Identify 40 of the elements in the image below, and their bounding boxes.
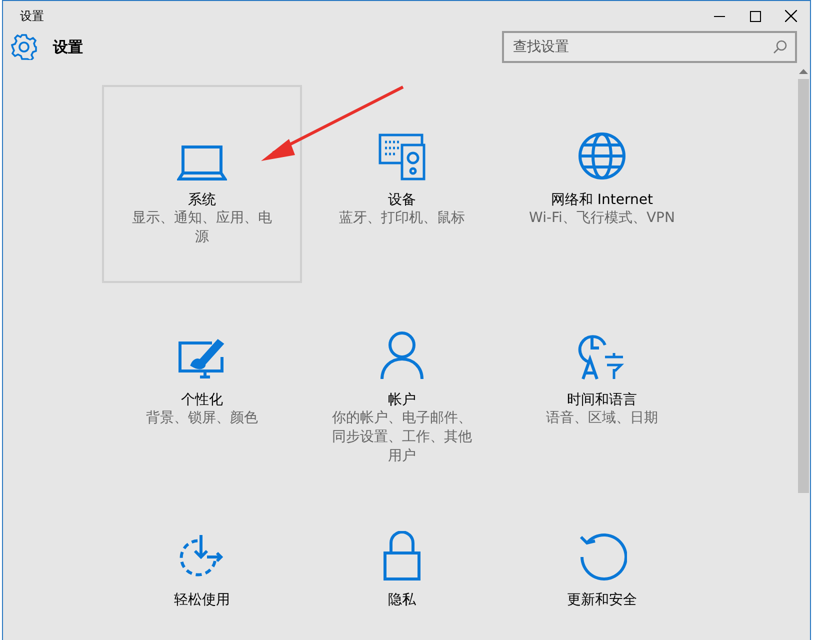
laptop-icon	[177, 145, 227, 181]
maximize-icon	[750, 10, 760, 22]
window-title: 设置	[20, 8, 45, 24]
settings-tile[interactable]: 时间和语言 语音、区域、日期	[502, 285, 702, 483]
tile-title: 隐私	[388, 591, 416, 609]
settings-icon	[11, 34, 37, 60]
close-icon	[785, 10, 797, 22]
search-icon	[773, 40, 787, 54]
keyboard-speaker-icon	[378, 133, 426, 181]
settings-tile[interactable]: 更新和安全	[502, 485, 702, 640]
settings-tile[interactable]: 轻松使用	[102, 485, 302, 640]
tile-title: 个性化	[181, 391, 223, 409]
padlock-icon	[382, 531, 422, 581]
tile-title: 更新和安全	[567, 591, 637, 609]
scroll-thumb[interactable]	[798, 79, 809, 493]
tile-description: 显示、通知、应用、电源	[131, 209, 273, 247]
tile-title: 系统	[188, 191, 216, 209]
settings-tile[interactable]: 个性化 背景、锁屏、颜色	[102, 285, 302, 483]
settings-tile[interactable]: 隐私	[302, 485, 502, 640]
settings-tile[interactable]: 系统 显示、通知、应用、电源	[102, 85, 302, 283]
page-title: 设置	[53, 38, 84, 56]
scroll-up-icon	[799, 69, 808, 74]
globe-icon	[577, 131, 627, 181]
tile-description: Wi-Fi、飞行模式、VPN	[528, 209, 676, 228]
tile-title: 帐户	[388, 391, 416, 409]
tile-title: 轻松使用	[174, 591, 230, 609]
tile-title: 设备	[388, 191, 416, 209]
tile-description: 蓝牙、打印机、鼠标	[338, 209, 466, 228]
search-field[interactable]: 查找设置	[502, 31, 797, 63]
settings-tile[interactable]: 网络和 Internet Wi-Fi、飞行模式、VPN	[502, 85, 702, 283]
tile-description: 你的帐户、电子邮件、同步设置、工作、其他用户	[331, 409, 473, 466]
person-icon	[379, 331, 425, 381]
refresh-icon	[577, 531, 627, 581]
tile-title: 时间和语言	[567, 391, 637, 409]
settings-tile[interactable]: 帐户 你的帐户、电子邮件、同步设置、工作、其他用户	[302, 285, 502, 483]
tile-description: 语音、区域、日期	[545, 409, 659, 428]
tile-title: 网络和 Internet	[550, 191, 654, 209]
settings-tile[interactable]: 设备 蓝牙、打印机、鼠标	[302, 85, 502, 283]
tile-description: 背景、锁屏、颜色	[145, 409, 259, 428]
monitor-brush-icon	[178, 337, 226, 381]
